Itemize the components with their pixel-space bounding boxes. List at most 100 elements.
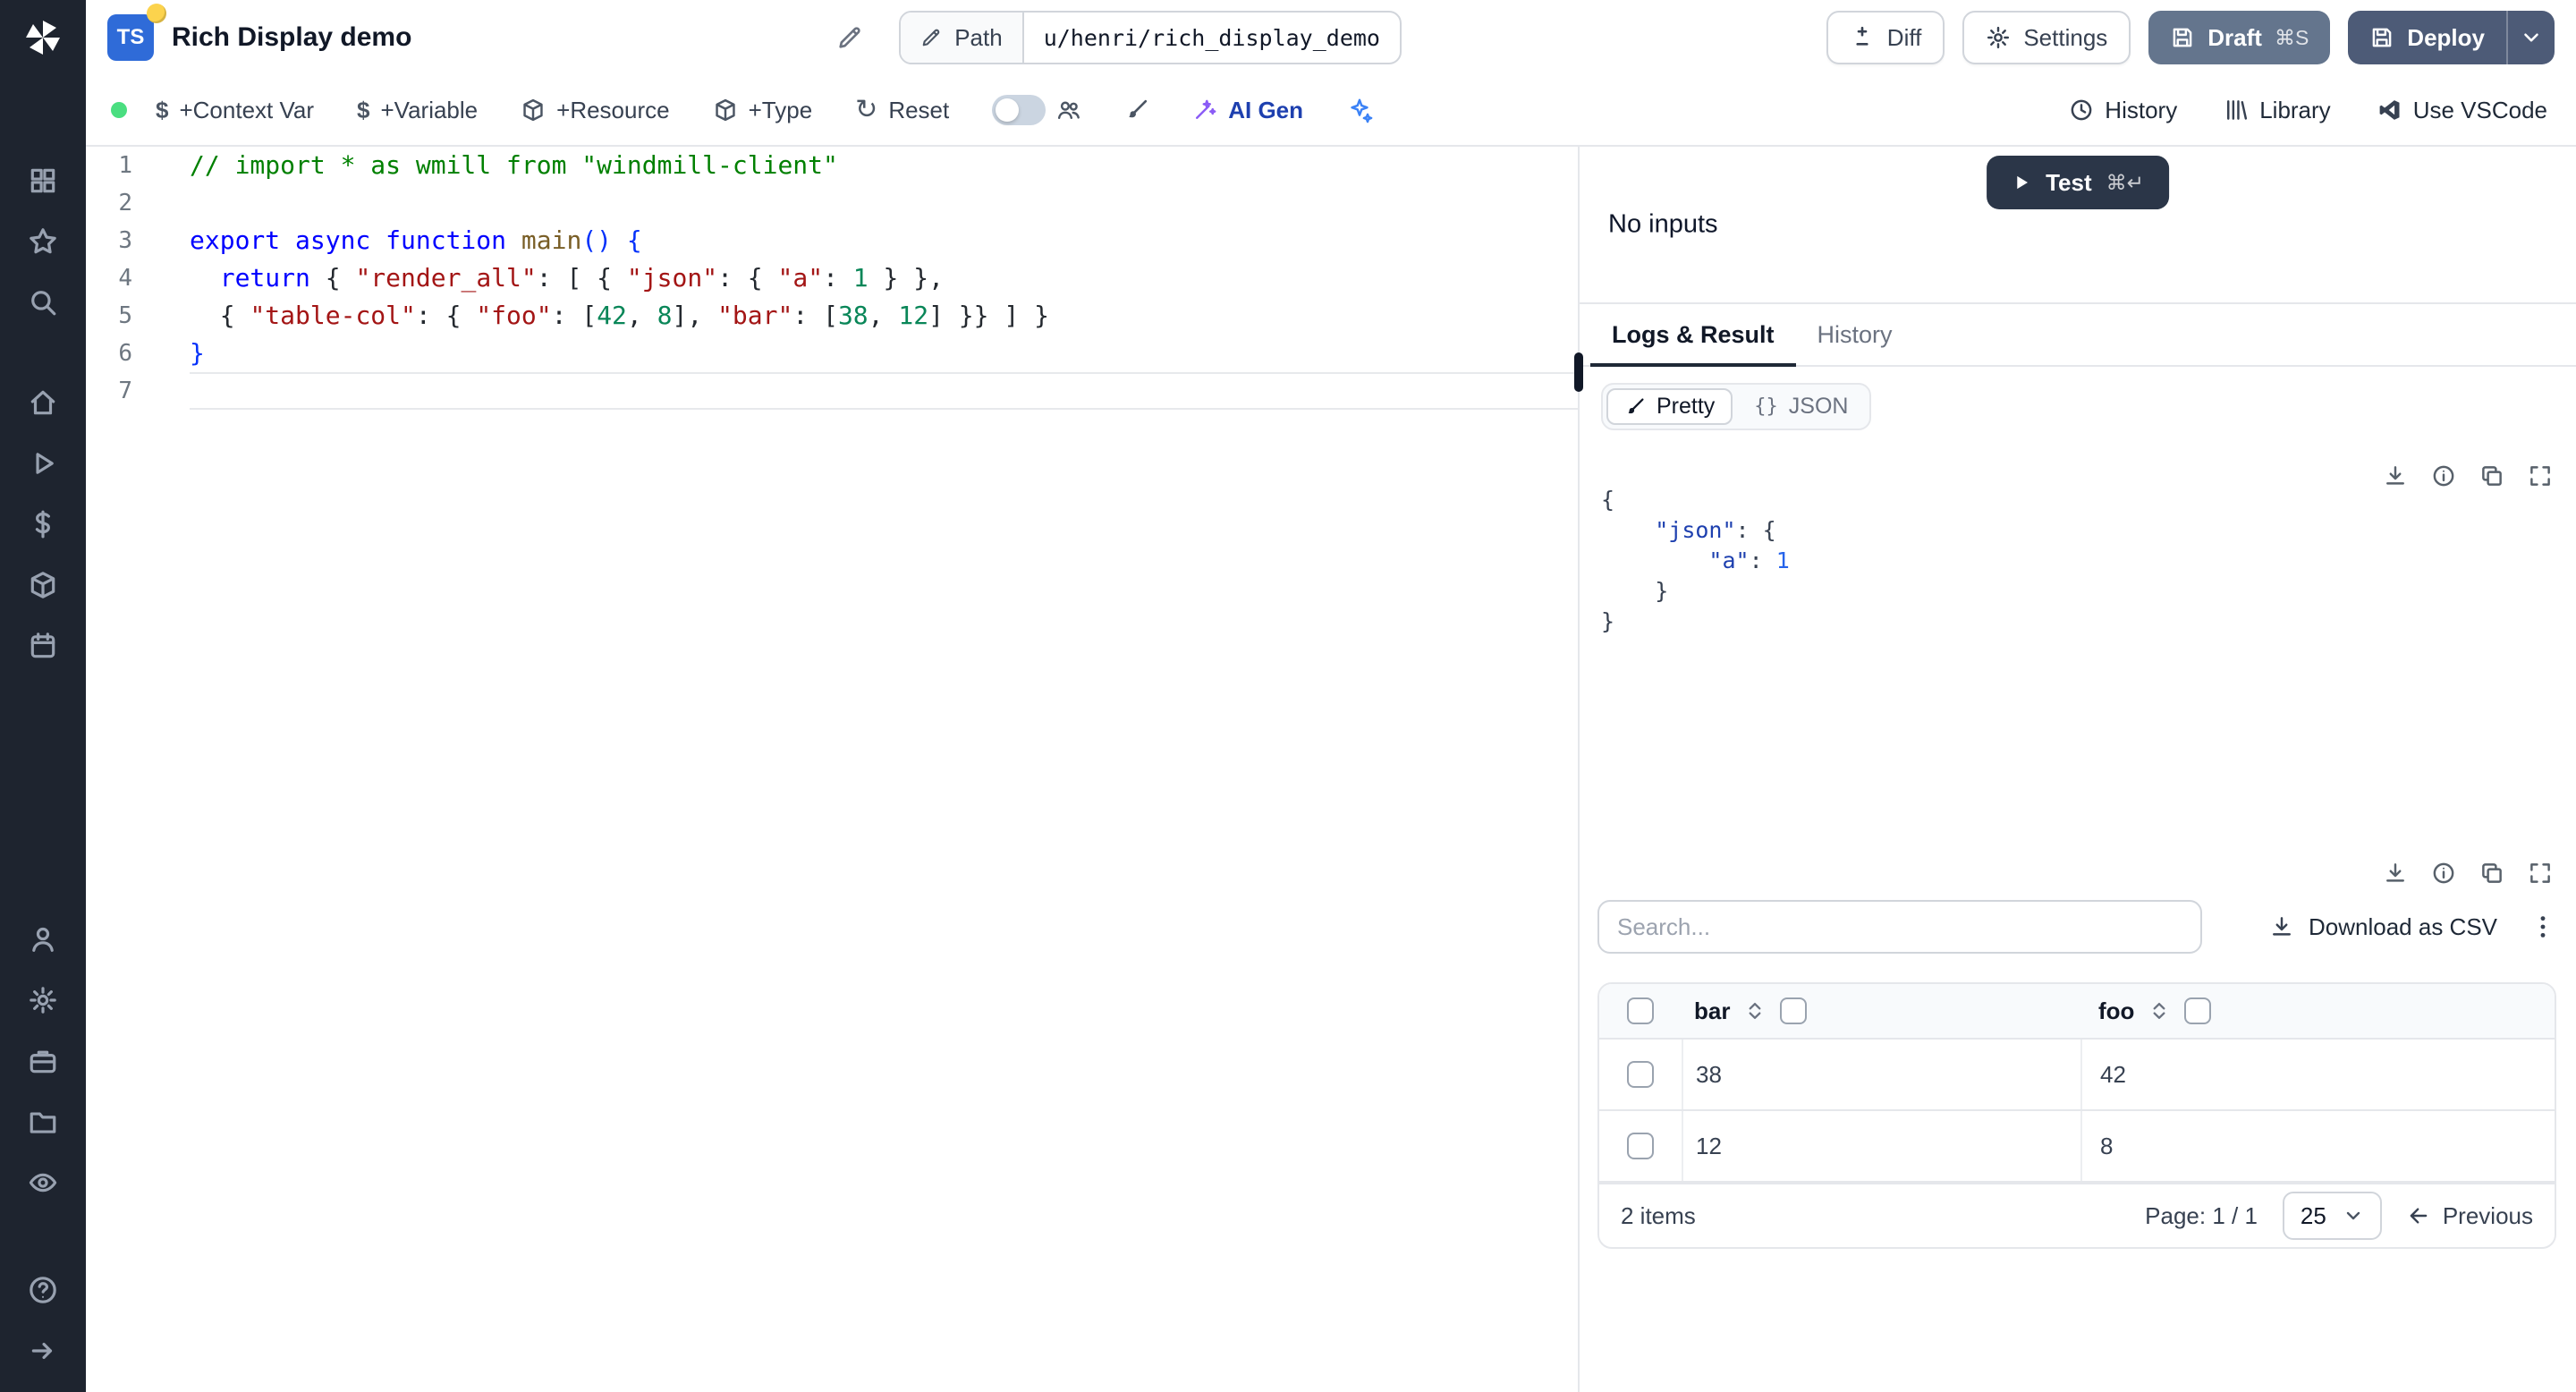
table-menu-button[interactable] <box>2529 913 2556 940</box>
library-button[interactable]: Library <box>2224 97 2331 124</box>
data-table: bar foo 38 42 12 8 2 items Page: 1 / 1 2… <box>1597 982 2556 1249</box>
download-icon[interactable] <box>2383 463 2408 488</box>
column-checkbox-foo[interactable] <box>2184 997 2212 1024</box>
code-line-current <box>190 372 1578 410</box>
settings-button[interactable]: Settings <box>1962 11 2131 64</box>
play-icon <box>2017 175 2028 190</box>
pencil-icon <box>922 29 940 47</box>
diff-button[interactable]: Diff <box>1826 11 1945 64</box>
save-icon <box>2372 28 2392 47</box>
select-all-checkbox[interactable] <box>1627 997 1654 1024</box>
arrow-right-icon[interactable] <box>0 1320 86 1381</box>
diff-icon <box>1856 26 1868 46</box>
test-button[interactable]: Test ⌘↵ <box>1987 156 2169 209</box>
chevron-down-icon <box>2524 33 2538 42</box>
copy-icon[interactable] <box>2479 463 2504 488</box>
cubes-icon[interactable] <box>0 555 86 615</box>
path-control[interactable]: Path u/henri/rich_display_demo <box>899 11 1402 64</box>
deploy-button[interactable]: Deploy <box>2348 11 2506 64</box>
calendar-icon[interactable] <box>0 615 86 676</box>
sort-icon[interactable] <box>1744 1000 1766 1022</box>
row-checkbox[interactable] <box>1627 1061 1654 1088</box>
download-icon[interactable] <box>2383 861 2408 886</box>
download-csv-button[interactable]: Download as CSV <box>2269 913 2497 941</box>
info-icon[interactable] <box>2431 861 2456 886</box>
path-button[interactable]: Path <box>901 13 1024 63</box>
toolbar-right: History Library Use VSCode <box>2069 97 2547 124</box>
dollar-icon: $ <box>357 96 370 123</box>
edit-summary-pencil-icon[interactable] <box>836 24 863 51</box>
tab-history[interactable]: History <box>1796 304 1914 365</box>
play-icon[interactable] <box>0 433 86 494</box>
previous-page-button[interactable]: Previous <box>2407 1202 2533 1230</box>
tab-logs-result[interactable]: Logs & Result <box>1590 304 1796 367</box>
eye-icon[interactable] <box>0 1152 86 1213</box>
result-action-icons <box>2383 463 2553 488</box>
reset-button[interactable]: ↻ Reset <box>855 97 949 124</box>
ai-gen-button[interactable]: AI Gen <box>1192 97 1303 124</box>
home-icon[interactable] <box>0 372 86 433</box>
vscode-icon <box>2379 100 2400 120</box>
code-content[interactable]: // import * as wmill from "windmill-clie… <box>157 147 1578 1392</box>
no-inputs-label: No inputs <box>1608 209 1718 239</box>
path-value[interactable]: u/henri/rich_display_demo <box>1024 13 1400 63</box>
info-icon[interactable] <box>2431 463 2456 488</box>
pretty-view-button[interactable]: Pretty <box>1606 388 1733 425</box>
page-size-select[interactable]: 25 <box>2282 1192 2382 1240</box>
cell-value: 12 <box>1696 1132 1722 1159</box>
download-icon <box>2273 917 2291 936</box>
table-row[interactable]: 38 42 <box>1599 1040 2555 1111</box>
draft-button[interactable]: Draft ⌘S <box>2148 11 2331 64</box>
sort-icon[interactable] <box>2148 1000 2170 1022</box>
code-line: } <box>190 338 205 368</box>
code-line: { "table-col": { "foo": [42, 8], "bar": … <box>190 301 1049 330</box>
windmill-logo-icon[interactable] <box>0 14 86 61</box>
multiplayer-toggle[interactable] <box>992 95 1046 125</box>
grid-icon[interactable] <box>0 150 86 211</box>
column-header-foo[interactable]: foo <box>2098 997 2134 1025</box>
cell-value: 8 <box>2100 1132 2114 1159</box>
code-line: return { "render_all": [ { "json": { "a"… <box>219 263 944 293</box>
deploy-button-group: Deploy <box>2348 11 2555 64</box>
gear-icon <box>1987 26 2010 49</box>
add-variable-button[interactable]: $ +Variable <box>357 97 478 124</box>
sidebar-bottom-group <box>0 909 86 1381</box>
code-editor[interactable]: 1 2 3 4 5 6 7 // import * as wmill from … <box>86 147 1578 1392</box>
row-checkbox[interactable] <box>1627 1133 1654 1159</box>
use-vscode-button[interactable]: Use VSCode <box>2377 97 2547 124</box>
copy-icon[interactable] <box>2479 861 2504 886</box>
expand-icon[interactable] <box>2528 861 2553 886</box>
table-row[interactable]: 12 8 <box>1599 1111 2555 1183</box>
gear-icon[interactable] <box>0 970 86 1031</box>
help-icon[interactable] <box>0 1260 86 1320</box>
table-controls: Download as CSV <box>1597 900 2556 954</box>
sidebar <box>0 0 86 1392</box>
expand-icon[interactable] <box>2528 463 2553 488</box>
user-icon[interactable] <box>0 909 86 970</box>
folder-icon[interactable] <box>0 1091 86 1152</box>
magic-wand-icon <box>1196 99 1216 119</box>
add-context-var-button[interactable]: $ +Context Var <box>156 97 314 124</box>
result-tabs: Logs & Result History <box>1580 304 2576 367</box>
sparkles-button[interactable] <box>1346 97 1373 123</box>
briefcase-icon[interactable] <box>0 1031 86 1091</box>
column-checkbox-bar[interactable] <box>1780 997 1808 1024</box>
table-search-input[interactable] <box>1597 900 2202 954</box>
format-button[interactable] <box>1124 98 1149 123</box>
star-icon[interactable] <box>0 211 86 272</box>
deploy-dropdown-button[interactable] <box>2505 11 2555 64</box>
draft-shortcut: ⌘S <box>2274 25 2309 49</box>
search-icon[interactable] <box>0 272 86 333</box>
package-icon <box>715 98 735 122</box>
result-body: Pretty {} JSON { "json": {"a": 1}} Se… <box>1580 367 2576 1392</box>
add-resource-button[interactable]: +Resource <box>521 97 670 124</box>
history-button[interactable]: History <box>2069 97 2177 124</box>
dollar-icon[interactable] <box>0 494 86 555</box>
header-actions: Diff Settings Draft ⌘S Deploy <box>1826 11 2555 64</box>
test-shortcut: ⌘↵ <box>2106 170 2144 194</box>
column-header-bar[interactable]: bar <box>1694 997 1730 1025</box>
json-view-button[interactable]: {} JSON <box>1736 388 1866 425</box>
add-type-button[interactable]: +Type <box>713 97 812 124</box>
dollar-icon: $ <box>156 96 169 123</box>
